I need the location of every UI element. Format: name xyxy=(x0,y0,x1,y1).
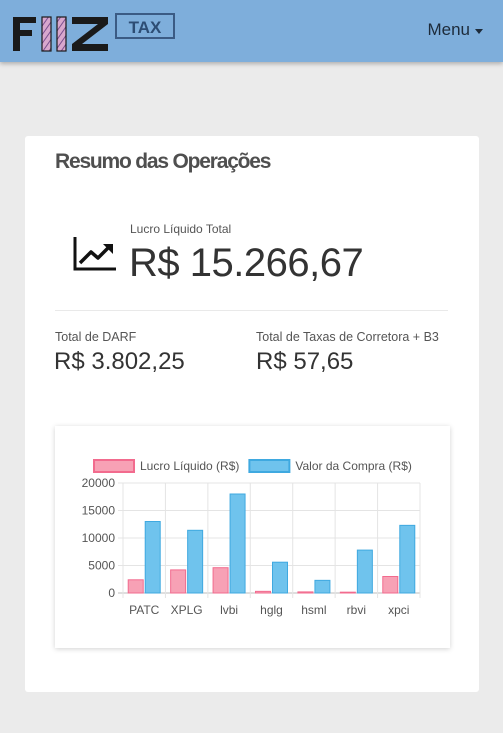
chart-line-icon xyxy=(73,237,116,271)
fiiz-tax-logo[interactable]: TAX xyxy=(10,10,180,54)
navbar: TAX Menu xyxy=(0,0,503,62)
y-tick-label: 15000 xyxy=(82,504,116,518)
bar-lucro xyxy=(212,567,229,594)
bar-compra xyxy=(229,493,246,594)
bar-lucro xyxy=(339,591,356,594)
y-tick-label: 5000 xyxy=(88,559,115,573)
y-tick-label: 10000 xyxy=(82,531,116,545)
x-tick-label: PATC xyxy=(129,603,160,617)
divider xyxy=(55,310,448,311)
bar-compra xyxy=(144,521,161,594)
legend-label: Valor da Compra (R$) xyxy=(295,459,411,473)
darf-value: R$ 3.802,25 xyxy=(54,348,185,375)
x-tick-label: xpci xyxy=(388,603,409,617)
taxas-label: Total de Taxas de Corretora + B3 xyxy=(256,330,439,344)
bar-compra xyxy=(314,579,331,594)
bar-lucro xyxy=(255,590,271,594)
legend-swatch xyxy=(248,459,291,473)
lucro-liquido-value: R$ 15.266,67 xyxy=(129,241,364,285)
darf-label: Total de DARF xyxy=(55,330,137,344)
x-tick-label: rbvi xyxy=(347,603,366,617)
bar-compra xyxy=(356,549,373,594)
x-tick-label: hsml xyxy=(301,603,326,617)
menu-dropdown-toggle[interactable]: Menu xyxy=(427,20,483,40)
svg-text:TAX: TAX xyxy=(129,18,162,37)
lucro-liquido-label: Lucro Líquido Total xyxy=(130,222,232,236)
page-title: Resumo das Operações xyxy=(55,150,271,173)
taxas-value: R$ 57,65 xyxy=(256,348,354,375)
bar-compra xyxy=(272,561,288,594)
bar-chart-svg: 20000 15000 10000 5000 0 PATC XPLG lvbi hglg hsml… xyxy=(82,459,421,617)
legend-swatch xyxy=(93,459,135,473)
bar-lucro xyxy=(170,569,187,594)
y-tick-label: 20000 xyxy=(82,476,116,490)
bar-lucro xyxy=(297,591,314,594)
caret-down-icon xyxy=(475,28,483,34)
summary-card: Resumo das Operações Lucro Líquido Total… xyxy=(25,136,479,692)
bar-compra xyxy=(187,529,204,594)
y-tick-label: 0 xyxy=(108,586,115,600)
bar-compra xyxy=(399,524,416,594)
bar-lucro xyxy=(127,579,144,594)
x-tick-label: XPLG xyxy=(171,603,203,617)
x-tick-label: hglg xyxy=(260,603,283,617)
x-tick-label: lvbi xyxy=(220,603,238,617)
operations-chart: 20000 15000 10000 5000 0 PATC XPLG lvbi hglg hsml… xyxy=(55,426,450,648)
bar-lucro xyxy=(382,576,399,594)
legend-label: Lucro Líquido (R$) xyxy=(140,459,239,473)
menu-label: Menu xyxy=(427,20,470,39)
